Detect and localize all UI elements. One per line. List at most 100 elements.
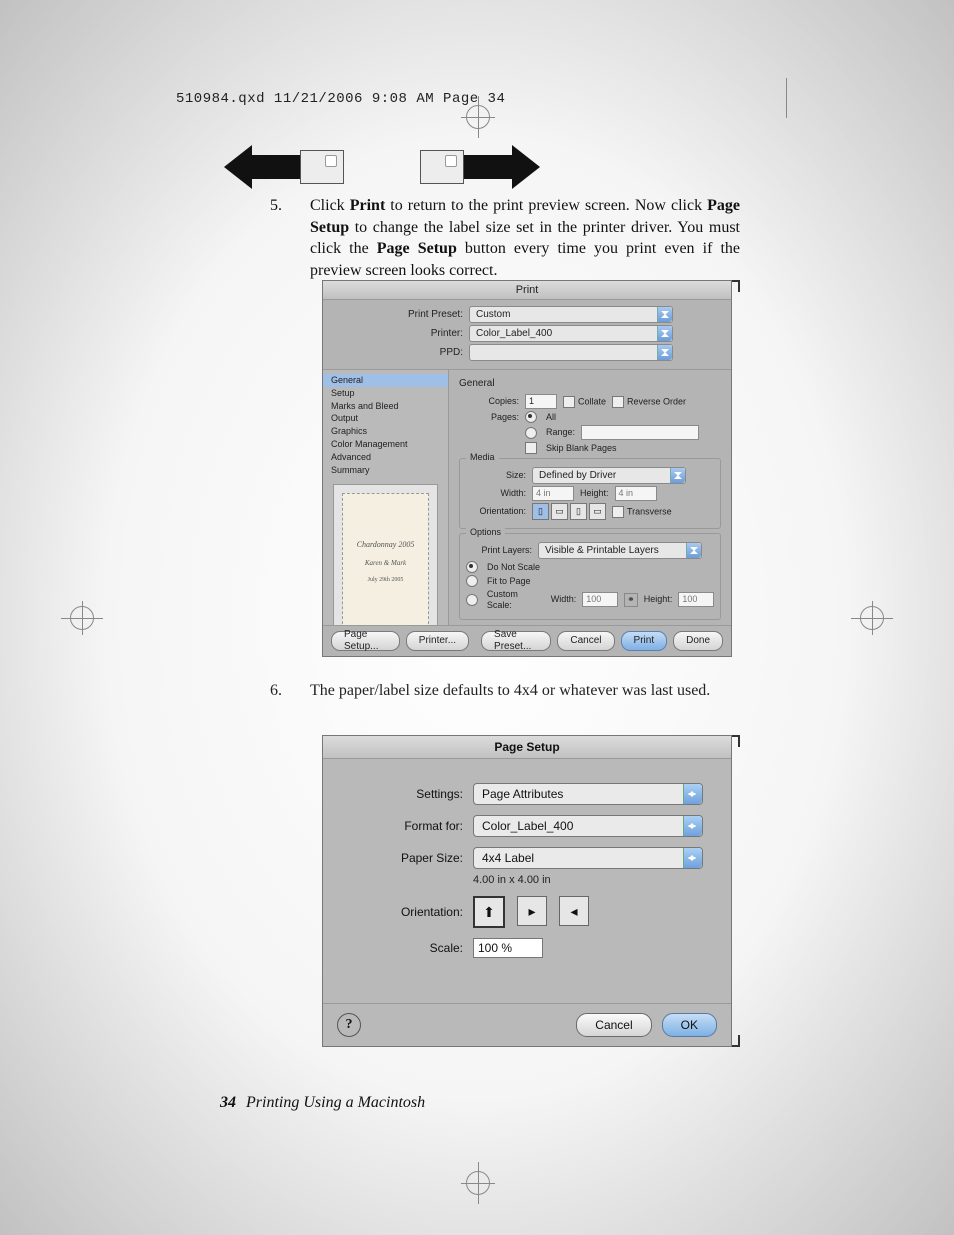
- print-preview-thumbnail: Chardonnay 2005 Karen & Mark July 29th 2…: [333, 484, 438, 638]
- sidebar-item-summary[interactable]: Summary: [323, 464, 448, 477]
- prev-arrow-icon[interactable]: [224, 145, 344, 189]
- chevron-updown-icon: [686, 543, 701, 558]
- dialog-title: Page Setup: [323, 736, 731, 759]
- fieldset-options: Options: [466, 527, 505, 538]
- label-orientation: Orientation:: [343, 906, 473, 918]
- page-setup-button[interactable]: Page Setup...: [331, 631, 400, 651]
- orientation-landscape-left-icon[interactable]: ▸: [517, 896, 547, 926]
- chevron-updown-icon: [683, 816, 702, 836]
- fit-to-page-radio[interactable]: [466, 575, 478, 587]
- fieldset-media: Media: [466, 452, 499, 463]
- do-not-scale-radio[interactable]: [466, 561, 478, 573]
- chevron-updown-icon: [657, 307, 672, 322]
- cancel-button[interactable]: Cancel: [557, 631, 614, 651]
- link-icon[interactable]: ⚭: [624, 593, 638, 607]
- label-print-preset: Print Preset:: [333, 309, 469, 321]
- step-6-text: The paper/label size defaults to 4x4 or …: [310, 680, 740, 702]
- dialog-title: Print: [323, 281, 731, 300]
- label-scale: Scale:: [343, 942, 473, 954]
- paper-size-select[interactable]: 4x4 Label: [473, 847, 703, 869]
- label-fit-to-page: Fit to Page: [487, 576, 531, 587]
- pages-all-radio[interactable]: [525, 411, 537, 423]
- sidebar-item-general[interactable]: General: [323, 374, 448, 387]
- ppd-select[interactable]: [469, 344, 673, 361]
- transverse-checkbox[interactable]: [612, 506, 624, 518]
- orientation-portrait-icon[interactable]: ▯: [532, 503, 549, 520]
- registration-mark-icon: [860, 606, 884, 630]
- label-skip-blank: Skip Blank Pages: [546, 443, 617, 454]
- sidebar-item-output[interactable]: Output: [323, 412, 448, 425]
- media-height-input[interactable]: 4 in: [615, 486, 657, 501]
- cancel-button[interactable]: Cancel: [576, 1013, 651, 1037]
- media-size-select[interactable]: Defined by Driver: [532, 467, 686, 484]
- label-print-layers: Print Layers:: [466, 545, 532, 556]
- orientation-landscape-right-icon[interactable]: ◂: [559, 896, 589, 926]
- help-button[interactable]: ?: [337, 1013, 361, 1037]
- pages-range-radio[interactable]: [525, 427, 537, 439]
- footer-title: Printing Using a Macintosh: [246, 1094, 425, 1111]
- done-button[interactable]: Done: [673, 631, 723, 651]
- label-all: All: [546, 412, 556, 423]
- sidebar-item-colormgmt[interactable]: Color Management: [323, 438, 448, 451]
- label-orientation: Orientation:: [466, 506, 526, 517]
- label-cs-width: Width:: [551, 594, 577, 605]
- custom-scale-radio[interactable]: [466, 594, 478, 606]
- printer-select[interactable]: Color_Label_400: [469, 325, 673, 342]
- chevron-updown-icon: [683, 784, 702, 804]
- collate-checkbox[interactable]: [563, 396, 575, 408]
- page-setup-dialog: Page Setup Settings: Page Attributes For…: [322, 735, 732, 1047]
- label-copies: Copies:: [459, 396, 519, 407]
- label-range: Range:: [546, 427, 575, 438]
- label-size: Size:: [466, 470, 526, 481]
- print-dialog: Print Print Preset: Custom Printer: Colo…: [322, 280, 732, 657]
- chevron-updown-icon: [683, 848, 702, 868]
- scale-input[interactable]: 100 %: [473, 938, 543, 958]
- registration-mark-icon: [466, 105, 490, 129]
- step-5-text: Click Print to return to the print previ…: [310, 195, 740, 281]
- range-input[interactable]: [581, 425, 699, 440]
- label-format-for: Format for:: [343, 820, 473, 832]
- registration-mark-icon: [466, 1171, 490, 1195]
- reverse-checkbox[interactable]: [612, 396, 624, 408]
- settings-select[interactable]: Page Attributes: [473, 783, 703, 805]
- orientation-portrait-icon[interactable]: ⬆: [473, 896, 505, 928]
- custom-scale-height-input[interactable]: 100: [678, 592, 714, 607]
- custom-scale-width-input[interactable]: 100: [582, 592, 618, 607]
- orientation-rev-portrait-icon[interactable]: ▯: [570, 503, 587, 520]
- format-for-select[interactable]: Color_Label_400: [473, 815, 703, 837]
- slug-line: 510984.qxd 11/21/2006 9:08 AM Page 34: [176, 92, 505, 106]
- sidebar-item-advanced[interactable]: Advanced: [323, 451, 448, 464]
- orientation-rev-landscape-icon[interactable]: ▭: [589, 503, 606, 520]
- printer-button[interactable]: Printer...: [406, 631, 469, 651]
- media-width-input[interactable]: 4 in: [532, 486, 574, 501]
- step-number: 5.: [220, 195, 310, 281]
- sidebar-item-marks[interactable]: Marks and Bleed: [323, 400, 448, 413]
- print-button[interactable]: Print: [621, 631, 668, 651]
- sidebar-item-graphics[interactable]: Graphics: [323, 425, 448, 438]
- save-preset-button[interactable]: Save Preset...: [481, 631, 551, 651]
- label-width: Width:: [466, 488, 526, 499]
- chevron-updown-icon: [657, 326, 672, 341]
- label-ppd: PPD:: [333, 347, 469, 359]
- step-number: 6.: [220, 680, 310, 702]
- sidebar-item-setup[interactable]: Setup: [323, 387, 448, 400]
- copies-input[interactable]: 1: [525, 394, 557, 409]
- label-reverse: Reverse Order: [627, 396, 686, 406]
- print-layers-select[interactable]: Visible & Printable Layers: [538, 542, 702, 559]
- label-pages: Pages:: [459, 412, 519, 423]
- print-category-list: General Setup Marks and Bleed Output Gra…: [323, 370, 449, 650]
- paper-size-subtext: 4.00 in x 4.00 in: [473, 875, 711, 886]
- skip-blank-checkbox[interactable]: [525, 442, 537, 454]
- label-settings: Settings:: [343, 788, 473, 800]
- label-height: Height:: [580, 488, 609, 499]
- chevron-updown-icon: [657, 345, 672, 360]
- next-arrow-icon[interactable]: [420, 145, 540, 189]
- orientation-landscape-icon[interactable]: ▭: [551, 503, 568, 520]
- page-number: 34: [220, 1094, 236, 1111]
- label-printer: Printer:: [333, 328, 469, 340]
- ok-button[interactable]: OK: [662, 1013, 717, 1037]
- chevron-updown-icon: [670, 468, 685, 483]
- print-preset-select[interactable]: Custom: [469, 306, 673, 323]
- label-paper-size: Paper Size:: [343, 852, 473, 864]
- registration-mark-icon: [70, 606, 94, 630]
